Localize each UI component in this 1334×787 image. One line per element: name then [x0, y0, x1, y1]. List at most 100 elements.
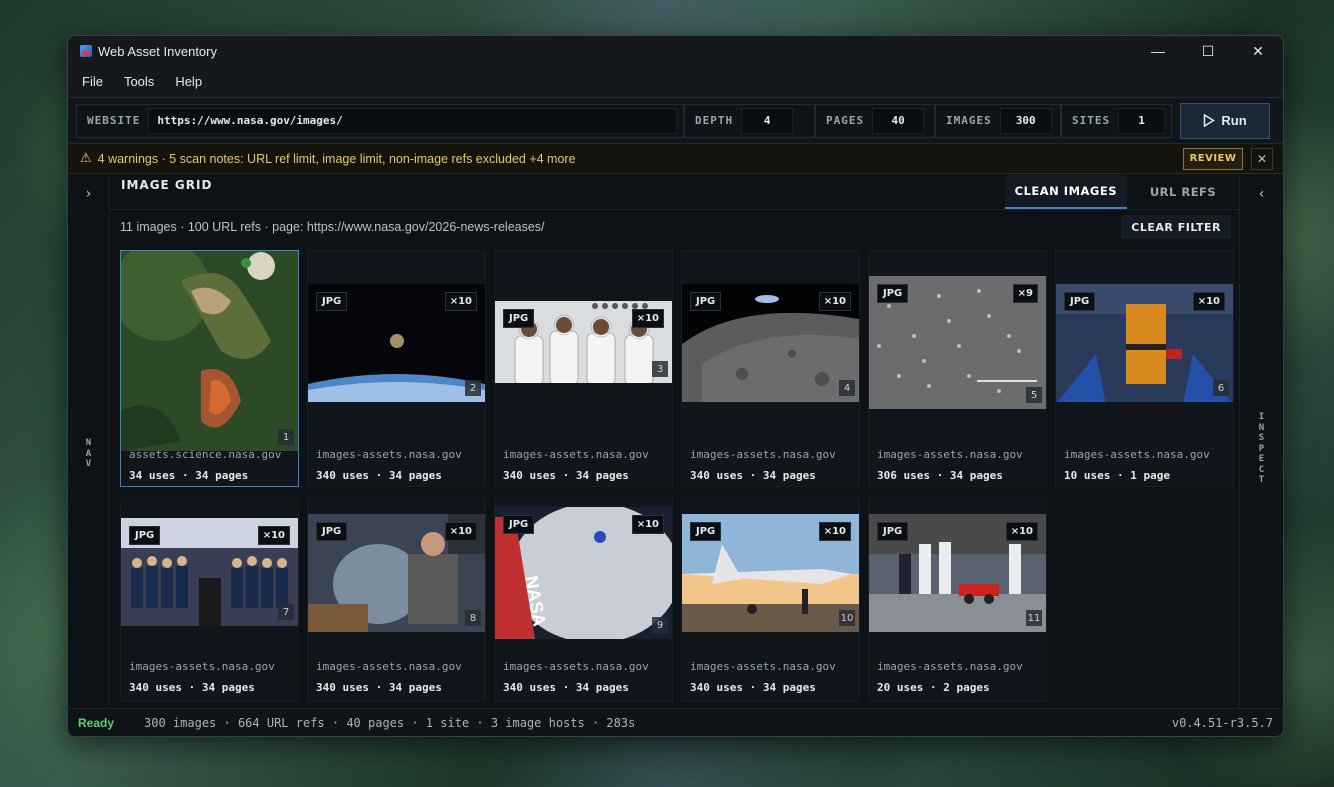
image-host: images-assets.nasa.gov: [503, 660, 649, 673]
maximize-button[interactable]: ☐: [1183, 36, 1233, 66]
image-thumbnail[interactable]: JPG ×10 3: [495, 301, 672, 383]
clear-filter-button[interactable]: CLEAR FILTER: [1121, 215, 1231, 239]
tab-url-refs[interactable]: URL REFS: [1127, 175, 1239, 209]
pages-group: PAGES 40: [815, 103, 935, 138]
image-card[interactable]: NASA JPG ×10 9 images-assets.nasa.gov 340 use…: [494, 497, 673, 702]
duplicate-count-badge: ×10: [444, 522, 477, 541]
image-card[interactable]: JPG ×10 3 images-assets.nasa.gov 340 uses · …: [494, 250, 673, 487]
menu-help[interactable]: Help: [175, 74, 202, 89]
image-usage: 20 uses · 2 pages: [877, 681, 990, 694]
image-grid-panel: IMAGE GRID CLEAN IMAGES URL REFS 11 imag…: [110, 175, 1239, 708]
image-card[interactable]: JPG ×10 11 images-assets.nasa.gov 20 uses · …: [868, 497, 1047, 702]
menu-file[interactable]: File: [82, 74, 103, 89]
file-type-badge: JPG: [316, 522, 348, 541]
image-host: images-assets.nasa.gov: [877, 448, 1023, 461]
image-thumbnail[interactable]: JPG ×9 5: [869, 276, 1046, 409]
sites-label: SITES: [1072, 114, 1111, 127]
grid-summary-bar: 11 images · 100 URL refs · page: https:/…: [110, 210, 1239, 244]
duplicate-count-badge: ×10: [631, 515, 664, 534]
images-label: IMAGES: [946, 114, 992, 127]
duplicate-count-badge: ×10: [444, 292, 477, 311]
image-card[interactable]: JPG ×10 6 images-assets.nasa.gov 10 uses · 1…: [1055, 250, 1234, 487]
duplicate-count-badge: ×10: [631, 309, 664, 328]
image-thumbnail[interactable]: JPG ×10 10: [682, 514, 859, 632]
image-index: 6: [1213, 380, 1229, 396]
image-index: 9: [652, 617, 668, 633]
image-usage: 34 uses · 34 pages: [129, 469, 249, 482]
image-host: images-assets.nasa.gov: [690, 660, 836, 673]
status-stats: 300 images · 664 URL refs · 40 pages · 1…: [144, 715, 636, 730]
tab-clean-images[interactable]: CLEAN IMAGES: [1004, 175, 1127, 209]
expand-nav-icon[interactable]: ›: [68, 186, 109, 202]
app-window: Web Asset Inventory — ☐ ✕ File Tools Hel…: [67, 35, 1284, 737]
image-usage: 340 uses · 34 pages: [129, 681, 255, 694]
panel-title: IMAGE GRID: [121, 178, 213, 192]
sites-input[interactable]: 1: [1118, 107, 1165, 134]
image-thumbnail[interactable]: JPG ×10 2: [308, 284, 485, 402]
image-usage: 340 uses · 34 pages: [316, 469, 442, 482]
image-host: images-assets.nasa.gov: [690, 448, 836, 461]
image-usage: 340 uses · 34 pages: [690, 681, 816, 694]
close-window-button[interactable]: ✕: [1233, 36, 1283, 66]
duplicate-count-badge: ×10: [818, 522, 851, 541]
menu-bar: File Tools Help: [68, 66, 1283, 98]
file-type-badge: JPG: [503, 309, 535, 328]
file-type-badge: JPG: [877, 522, 909, 541]
duplicate-count-badge: ×10: [818, 292, 851, 311]
status-state: Ready: [78, 715, 115, 730]
image-card[interactable]: 1 assets.science.nasa.gov 34 uses · 34 pag…: [120, 250, 299, 487]
inspect-rail[interactable]: ‹ INSPECT: [1239, 176, 1283, 708]
grid-summary: 11 images · 100 URL refs · page: https:/…: [120, 220, 545, 234]
image-thumbnail[interactable]: JPG ×10 11: [869, 514, 1046, 632]
website-label: WEBSITE: [87, 114, 141, 127]
image-card[interactable]: JPG ×10 4 images-assets.nasa.gov 340 uses · …: [681, 250, 860, 487]
warning-icon: ⚠: [80, 151, 92, 166]
menu-tools[interactable]: Tools: [124, 74, 154, 89]
image-index: 8: [465, 610, 481, 626]
image-host: images-assets.nasa.gov: [503, 448, 649, 461]
scan-toolbar: WEBSITE https://www.nasa.gov/images/ DEP…: [68, 98, 1283, 144]
duplicate-count-badge: ×10: [257, 526, 290, 545]
minimize-button[interactable]: —: [1133, 36, 1183, 66]
file-type-badge: JPG: [503, 515, 535, 534]
depth-input[interactable]: 4: [741, 107, 794, 134]
image-thumbnail[interactable]: JPG ×10 8: [308, 514, 485, 632]
image-card[interactable]: JPG ×10 10 images-assets.nasa.gov 340 uses ·…: [681, 497, 860, 702]
image-index: 10: [839, 610, 855, 626]
image-card[interactable]: JPG ×10 2 images-assets.nasa.gov 340 uses · …: [307, 250, 486, 487]
file-type-badge: JPG: [1064, 292, 1096, 311]
image-index: 3: [652, 361, 668, 377]
image-thumbnail[interactable]: JPG ×10 4: [682, 284, 859, 402]
image-index: 11: [1026, 610, 1042, 626]
images-input[interactable]: 300: [999, 107, 1052, 134]
image-usage: 340 uses · 34 pages: [316, 681, 442, 694]
image-card[interactable]: JPG ×10 7 images-assets.nasa.gov 340 uses · …: [120, 497, 299, 702]
status-bar: Ready 300 images · 664 URL refs · 40 pag…: [68, 708, 1283, 736]
image-index: 7: [278, 604, 294, 620]
play-icon: [1204, 114, 1216, 127]
image-thumbnail[interactable]: NASA JPG ×10 9: [495, 507, 672, 639]
image-usage: 340 uses · 34 pages: [503, 681, 629, 694]
expand-inspect-icon[interactable]: ‹: [1240, 186, 1283, 202]
image-host: images-assets.nasa.gov: [316, 448, 462, 461]
warning-text: 4 warnings · 5 scan notes: URL ref limit…: [97, 151, 576, 166]
duplicate-count-badge: ×10: [1192, 292, 1225, 311]
image-usage: 340 uses · 34 pages: [690, 469, 816, 482]
image-card[interactable]: JPG ×9 5 images-assets.nasa.gov 306 uses · 3…: [868, 250, 1047, 487]
review-button[interactable]: REVIEW: [1183, 147, 1243, 170]
warning-bar: ⚠ 4 warnings · 5 scan notes: URL ref lim…: [68, 144, 1283, 174]
run-button[interactable]: Run: [1180, 102, 1270, 139]
image-host: images-assets.nasa.gov: [129, 660, 275, 673]
image-usage: 10 uses · 1 page: [1064, 469, 1170, 482]
nav-rail[interactable]: › NAV: [68, 176, 110, 708]
website-input[interactable]: https://www.nasa.gov/images/: [148, 107, 677, 134]
image-card[interactable]: JPG ×10 8 images-assets.nasa.gov 340 uses · …: [307, 497, 486, 702]
image-index: 4: [839, 380, 855, 396]
pages-input[interactable]: 40: [872, 107, 925, 134]
image-thumbnail[interactable]: JPG ×10 6: [1056, 284, 1233, 402]
dismiss-warning-icon[interactable]: ✕: [1251, 147, 1273, 170]
duplicate-count-badge: ×9: [1012, 284, 1038, 303]
image-thumbnail[interactable]: 1: [121, 251, 298, 451]
image-thumbnail[interactable]: JPG ×10 7: [121, 518, 298, 626]
depth-group: DEPTH 4: [684, 103, 815, 138]
